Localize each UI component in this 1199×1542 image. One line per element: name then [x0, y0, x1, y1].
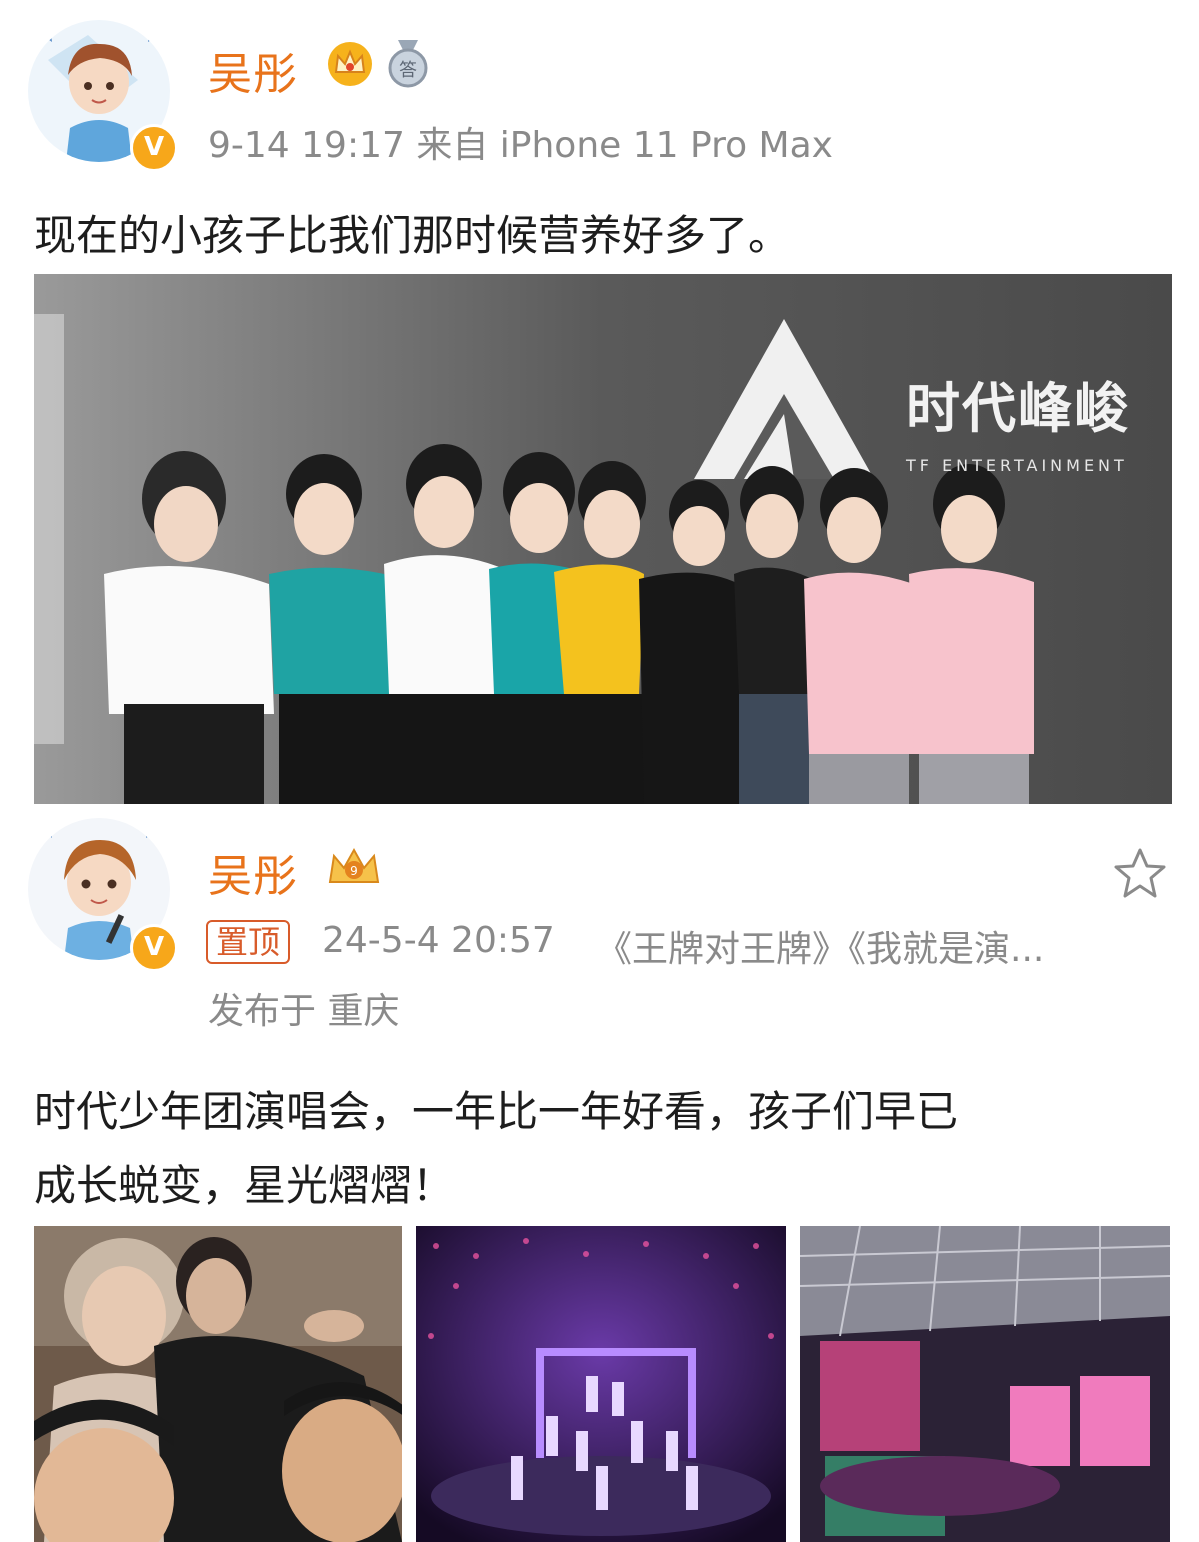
- pinned-badge: 置顶: [206, 920, 291, 964]
- user-name[interactable]: 吴彤: [208, 38, 298, 102]
- logo-title: 时代峰峻: [906, 376, 1130, 440]
- post-text-line-1: 时代少年团演唱会，一年比一年好看，孩子们早已: [34, 1087, 959, 1136]
- post-location: 发布于 重庆: [208, 991, 400, 1032]
- post-text-line-2: 成长蜕变，星光熠熠！: [34, 1161, 455, 1210]
- post-1: V 吴彤 答 9-14 19:17 来自 iPhone 11 Pro Max 现…: [0, 0, 1199, 810]
- verified-badge: V: [130, 124, 178, 172]
- verified-badge: V: [130, 924, 178, 972]
- favorite-star-icon[interactable]: [1112, 846, 1168, 906]
- svg-text:答: 答: [399, 60, 417, 81]
- post-meta: 9-14 19:17 来自 iPhone 11 Pro Max: [208, 125, 833, 166]
- post-photo-3[interactable]: [800, 1226, 1170, 1542]
- logo-subtitle: TF ENTERTAINMENT: [906, 456, 1128, 475]
- post-photo-2[interactable]: [416, 1226, 786, 1542]
- medal-icon: 答: [384, 38, 432, 94]
- user-name[interactable]: 吴彤: [208, 840, 298, 904]
- crown-icon: 9: [324, 844, 384, 896]
- post-topics[interactable]: 《王牌对王牌》《我就是演...: [596, 920, 1044, 972]
- svg-text:9: 9: [350, 864, 358, 878]
- post-2: V 吴彤 9 置顶 24-5-4 20:57 《王牌对王牌》《我就是演... 发…: [0, 812, 1199, 1542]
- post-text: 现在的小孩子比我们那时候营养好多了。: [34, 211, 791, 260]
- post-photo[interactable]: 时代峰峻 TF ENTERTAINMENT: [34, 274, 1172, 804]
- post-photo-1[interactable]: [34, 1226, 402, 1542]
- post-timestamp: 24-5-4 20:57: [322, 920, 555, 961]
- crown-icon: [326, 40, 374, 92]
